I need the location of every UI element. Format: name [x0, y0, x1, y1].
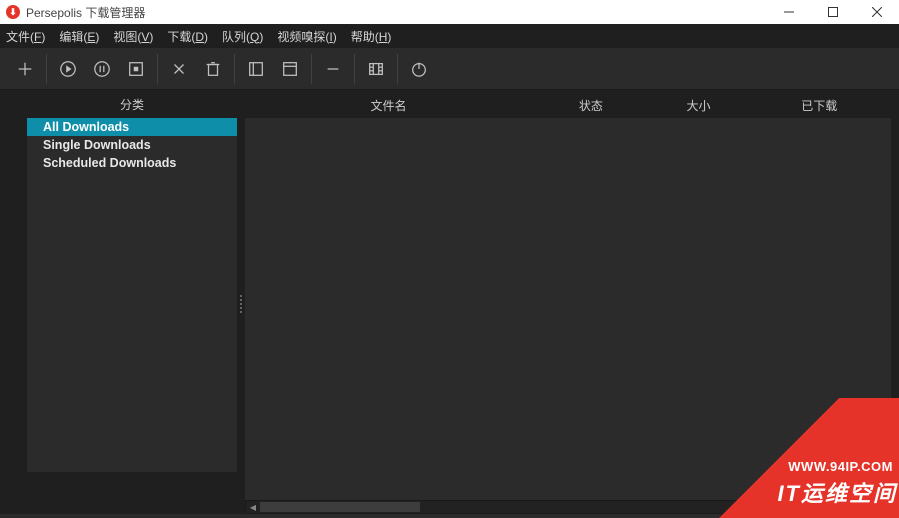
maximize-button[interactable]	[811, 0, 855, 24]
add-button[interactable]	[8, 52, 42, 86]
separator	[397, 54, 398, 84]
scroll-thumb[interactable]	[260, 502, 420, 512]
stop-button[interactable]	[119, 52, 153, 86]
column-downloaded[interactable]: 已下载	[747, 97, 891, 114]
delete-button[interactable]	[196, 52, 230, 86]
scroll-right-icon[interactable]: ▶	[876, 501, 890, 513]
content-area: 分类 All Downloads Single Downloads Schedu…	[0, 90, 899, 514]
menu-file[interactable]: 文件(F)	[6, 28, 45, 45]
sidebar-item-all-downloads[interactable]: All Downloads	[27, 118, 237, 136]
minimize-tray-button[interactable]	[316, 52, 350, 86]
separator	[46, 54, 47, 84]
menu-help[interactable]: 帮助(H)	[351, 28, 392, 45]
remove-button[interactable]	[162, 52, 196, 86]
resume-button[interactable]	[51, 52, 85, 86]
sidebar-header: 分类	[27, 94, 237, 116]
sidebar: All Downloads Single Downloads Scheduled…	[27, 118, 237, 472]
separator	[157, 54, 158, 84]
separator	[311, 54, 312, 84]
separator	[234, 54, 235, 84]
sidebar-item-single-downloads[interactable]: Single Downloads	[27, 136, 237, 154]
splitter[interactable]	[237, 94, 245, 514]
app-icon: ⬇	[6, 5, 20, 19]
menu-queue[interactable]: 队列(Q)	[222, 28, 263, 45]
menu-download[interactable]: 下载(D)	[167, 28, 208, 45]
scroll-left-icon[interactable]: ◀	[246, 501, 260, 513]
titlebar: ⬇ Persepolis 下载管理器	[0, 0, 899, 24]
table-header: 文件名 状态 大小 已下载	[245, 94, 891, 116]
window-title: Persepolis 下载管理器	[26, 4, 145, 21]
sidebar-wrap: 分类 All Downloads Single Downloads Schedu…	[27, 94, 237, 514]
separator	[354, 54, 355, 84]
column-size[interactable]: 大小	[650, 97, 748, 114]
toolbar	[0, 48, 899, 90]
video-sniffer-button[interactable]	[359, 52, 393, 86]
close-button[interactable]	[855, 0, 899, 24]
column-filename[interactable]: 文件名	[245, 97, 532, 114]
main-area: 文件名 状态 大小 已下载 ◀ ▶	[245, 94, 891, 514]
horizontal-scrollbar[interactable]: ◀ ▶	[245, 500, 891, 514]
pause-button[interactable]	[85, 52, 119, 86]
sidebar-item-scheduled-downloads[interactable]: Scheduled Downloads	[27, 154, 237, 172]
menu-edit[interactable]: 编辑(E)	[59, 28, 99, 45]
table-body: ◀ ▶	[245, 118, 891, 514]
minimize-button[interactable]	[767, 0, 811, 24]
menubar: 文件(F) 编辑(E) 视图(V) 下载(D) 队列(Q) 视频嗅探(I) 帮助…	[0, 24, 899, 48]
window-button[interactable]	[273, 52, 307, 86]
power-button[interactable]	[402, 52, 436, 86]
menu-view[interactable]: 视图(V)	[113, 28, 153, 45]
properties-button[interactable]	[239, 52, 273, 86]
column-status[interactable]: 状态	[532, 97, 649, 114]
menu-sniffer[interactable]: 视频嗅探(I)	[277, 28, 336, 45]
